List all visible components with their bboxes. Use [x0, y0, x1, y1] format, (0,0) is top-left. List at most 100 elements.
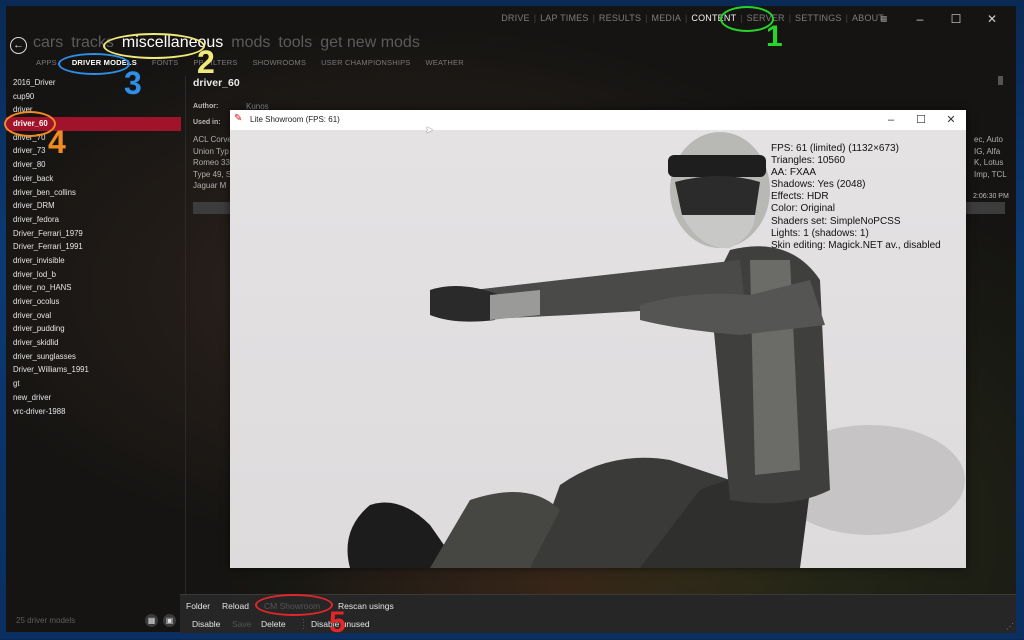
rescan-usings-button[interactable]: Rescan usings: [338, 601, 394, 611]
delete-button[interactable]: Delete: [261, 619, 286, 629]
driver-count: 25 driver models: [16, 616, 76, 625]
showroom-window-controls: – ☐ ✕: [876, 110, 966, 130]
tab-tools[interactable]: tools: [278, 34, 312, 52]
subtab-fonts[interactable]: FONTS: [152, 58, 178, 67]
bookmark-icon[interactable]: [998, 76, 1003, 85]
showroom-close-button[interactable]: ✕: [936, 110, 966, 130]
stat-color: Color: Original: [771, 203, 835, 215]
used-in-line[interactable]: K, Lotus: [974, 157, 1007, 169]
list-item[interactable]: 2016_Driver: [6, 76, 181, 90]
nav-server[interactable]: SERVER: [743, 13, 789, 23]
driver-model-list: 2016_Driver cup90 driver driver_60 driver_70…: [6, 76, 181, 418]
list-item[interactable]: driver_oval: [6, 309, 181, 323]
sub-tabs: APPS DRIVER MODELS FONTS PP FILTERS SHOW…: [36, 58, 464, 67]
stat-triangles: Triangles: 10560: [771, 155, 846, 167]
subtab-driver-models[interactable]: DRIVER MODELS: [72, 58, 137, 67]
subtab-weather[interactable]: WEATHER: [426, 58, 464, 67]
reload-button[interactable]: Reload: [222, 601, 249, 611]
list-item[interactable]: cup90: [6, 90, 181, 104]
menu-icon[interactable]: ≡: [866, 9, 902, 29]
showroom-3d-view[interactable]: FPS: 61 (limited) (1132×673) Triangles: …: [230, 130, 966, 568]
author-label: Author:: [193, 103, 219, 110]
list-item[interactable]: driver_sunglasses: [6, 350, 181, 364]
render-stats: FPS: 61 (limited) (1132×673) Triangles: …: [771, 143, 941, 252]
used-in-line[interactable]: ec, Auto: [974, 134, 1007, 146]
list-item[interactable]: driver_pudding: [6, 322, 181, 336]
list-item[interactable]: driver_ben_collins: [6, 186, 181, 200]
subtab-apps[interactable]: APPS: [36, 58, 57, 67]
subtab-showrooms[interactable]: SHOWROOMS: [253, 58, 306, 67]
stat-lights: Lights: 1 (shadows: 1): [771, 227, 869, 239]
maximize-button[interactable]: ☐: [938, 9, 974, 29]
close-button[interactable]: ✕: [974, 9, 1010, 29]
nav-settings[interactable]: SETTINGS: [791, 13, 846, 23]
list-item[interactable]: driver_no_HANS: [6, 281, 181, 295]
stat-skin-editing: Skin editing: Magick.NET av., disabled: [771, 239, 941, 251]
detail-title: driver_60: [193, 77, 240, 89]
list-item[interactable]: Driver_Ferrari_1979: [6, 227, 181, 241]
nav-content[interactable]: CONTENT: [687, 13, 740, 23]
cm-showroom-button[interactable]: CM Showroom: [264, 601, 320, 611]
tab-miscellaneous[interactable]: miscellaneous: [122, 34, 223, 52]
tab-tracks[interactable]: tracks: [71, 34, 114, 52]
showroom-minimize-button[interactable]: –: [876, 110, 906, 130]
tab-get-new-mods[interactable]: get new mods: [320, 34, 420, 52]
subtab-pp-filters[interactable]: PP FILTERS: [193, 58, 237, 67]
disable-unused-button[interactable]: Disable unused: [311, 619, 370, 629]
save-button: Save: [232, 619, 252, 629]
used-in-line[interactable]: Imp, TCL: [974, 169, 1007, 181]
disable-button[interactable]: Disable: [192, 619, 220, 629]
toolbar-divider: [303, 619, 304, 631]
top-nav: DRIVE | LAP TIMES | RESULTS | MEDIA | CONTEN…: [497, 13, 888, 23]
stat-effects: Effects: HDR: [771, 191, 829, 203]
list-item[interactable]: driver: [6, 103, 181, 117]
model-helmet-strap: [668, 155, 766, 177]
save-icon[interactable]: ▣: [163, 614, 176, 627]
resize-grip-icon[interactable]: ⋰: [1006, 622, 1014, 631]
list-item[interactable]: driver_73: [6, 144, 181, 158]
nav-drive[interactable]: DRIVE: [497, 13, 534, 23]
stat-shaders: Shaders set: SimpleNoPCSS: [771, 215, 901, 227]
sidebar-divider: [185, 76, 186, 596]
model-cuff-left: [490, 290, 540, 320]
nav-media[interactable]: MEDIA: [648, 13, 686, 23]
showroom-titlebar[interactable]: ✎ Lite Showroom (FPS: 61) – ☐ ✕: [230, 110, 966, 130]
list-item[interactable]: driver_60: [6, 117, 181, 131]
tab-cars[interactable]: cars: [33, 34, 63, 52]
list-item[interactable]: driver_80: [6, 158, 181, 172]
list-item[interactable]: gt: [6, 377, 181, 391]
used-in-line[interactable]: IG, Alfa: [974, 146, 1007, 158]
used-in-list-right: ec, Auto IG, Alfa K, Lotus Imp, TCL: [974, 134, 1007, 180]
list-item[interactable]: driver_fedora: [6, 213, 181, 227]
list-item[interactable]: driver_70: [6, 131, 181, 145]
used-in-label: Used in:: [193, 119, 221, 126]
list-item[interactable]: new_driver: [6, 391, 181, 405]
list-item[interactable]: driver_back: [6, 172, 181, 186]
nav-results[interactable]: RESULTS: [595, 13, 645, 23]
showroom-title: Lite Showroom (FPS: 61): [250, 115, 340, 124]
list-item[interactable]: driver_ocolus: [6, 295, 181, 309]
list-item[interactable]: driver_skidlid: [6, 336, 181, 350]
model-face-mask: [682, 215, 755, 249]
model-goggles: [675, 176, 760, 220]
stat-aa: AA: FXAA: [771, 167, 817, 179]
grid-view-icon[interactable]: ▦: [145, 614, 158, 627]
minimize-button[interactable]: –: [902, 9, 938, 29]
list-item[interactable]: Driver_Ferrari_1991: [6, 240, 181, 254]
nav-lap-times[interactable]: LAP TIMES: [536, 13, 593, 23]
back-arrow-icon[interactable]: ←: [10, 37, 27, 54]
lite-showroom-window: ✎ Lite Showroom (FPS: 61) – ☐ ✕ FPS: 61 …: [230, 110, 966, 568]
timestamp: 2:06:30 PM: [973, 193, 1009, 200]
list-item[interactable]: driver_invisible: [6, 254, 181, 268]
stat-shadows: Shadows: Yes (2048): [771, 179, 866, 191]
list-item[interactable]: Driver_Williams_1991: [6, 363, 181, 377]
window-controls: ≡ – ☐ ✕: [866, 9, 1010, 29]
list-item[interactable]: driver_lod_b: [6, 268, 181, 282]
category-tabs: cars tracks miscellaneous mods tools get…: [33, 34, 420, 52]
list-item[interactable]: vrc-driver-1988: [6, 405, 181, 419]
list-item[interactable]: driver_DRM: [6, 199, 181, 213]
tab-mods[interactable]: mods: [231, 34, 270, 52]
subtab-user-championships[interactable]: USER CHAMPIONSHIPS: [321, 58, 410, 67]
folder-button[interactable]: Folder: [186, 601, 210, 611]
showroom-maximize-button[interactable]: ☐: [906, 110, 936, 130]
